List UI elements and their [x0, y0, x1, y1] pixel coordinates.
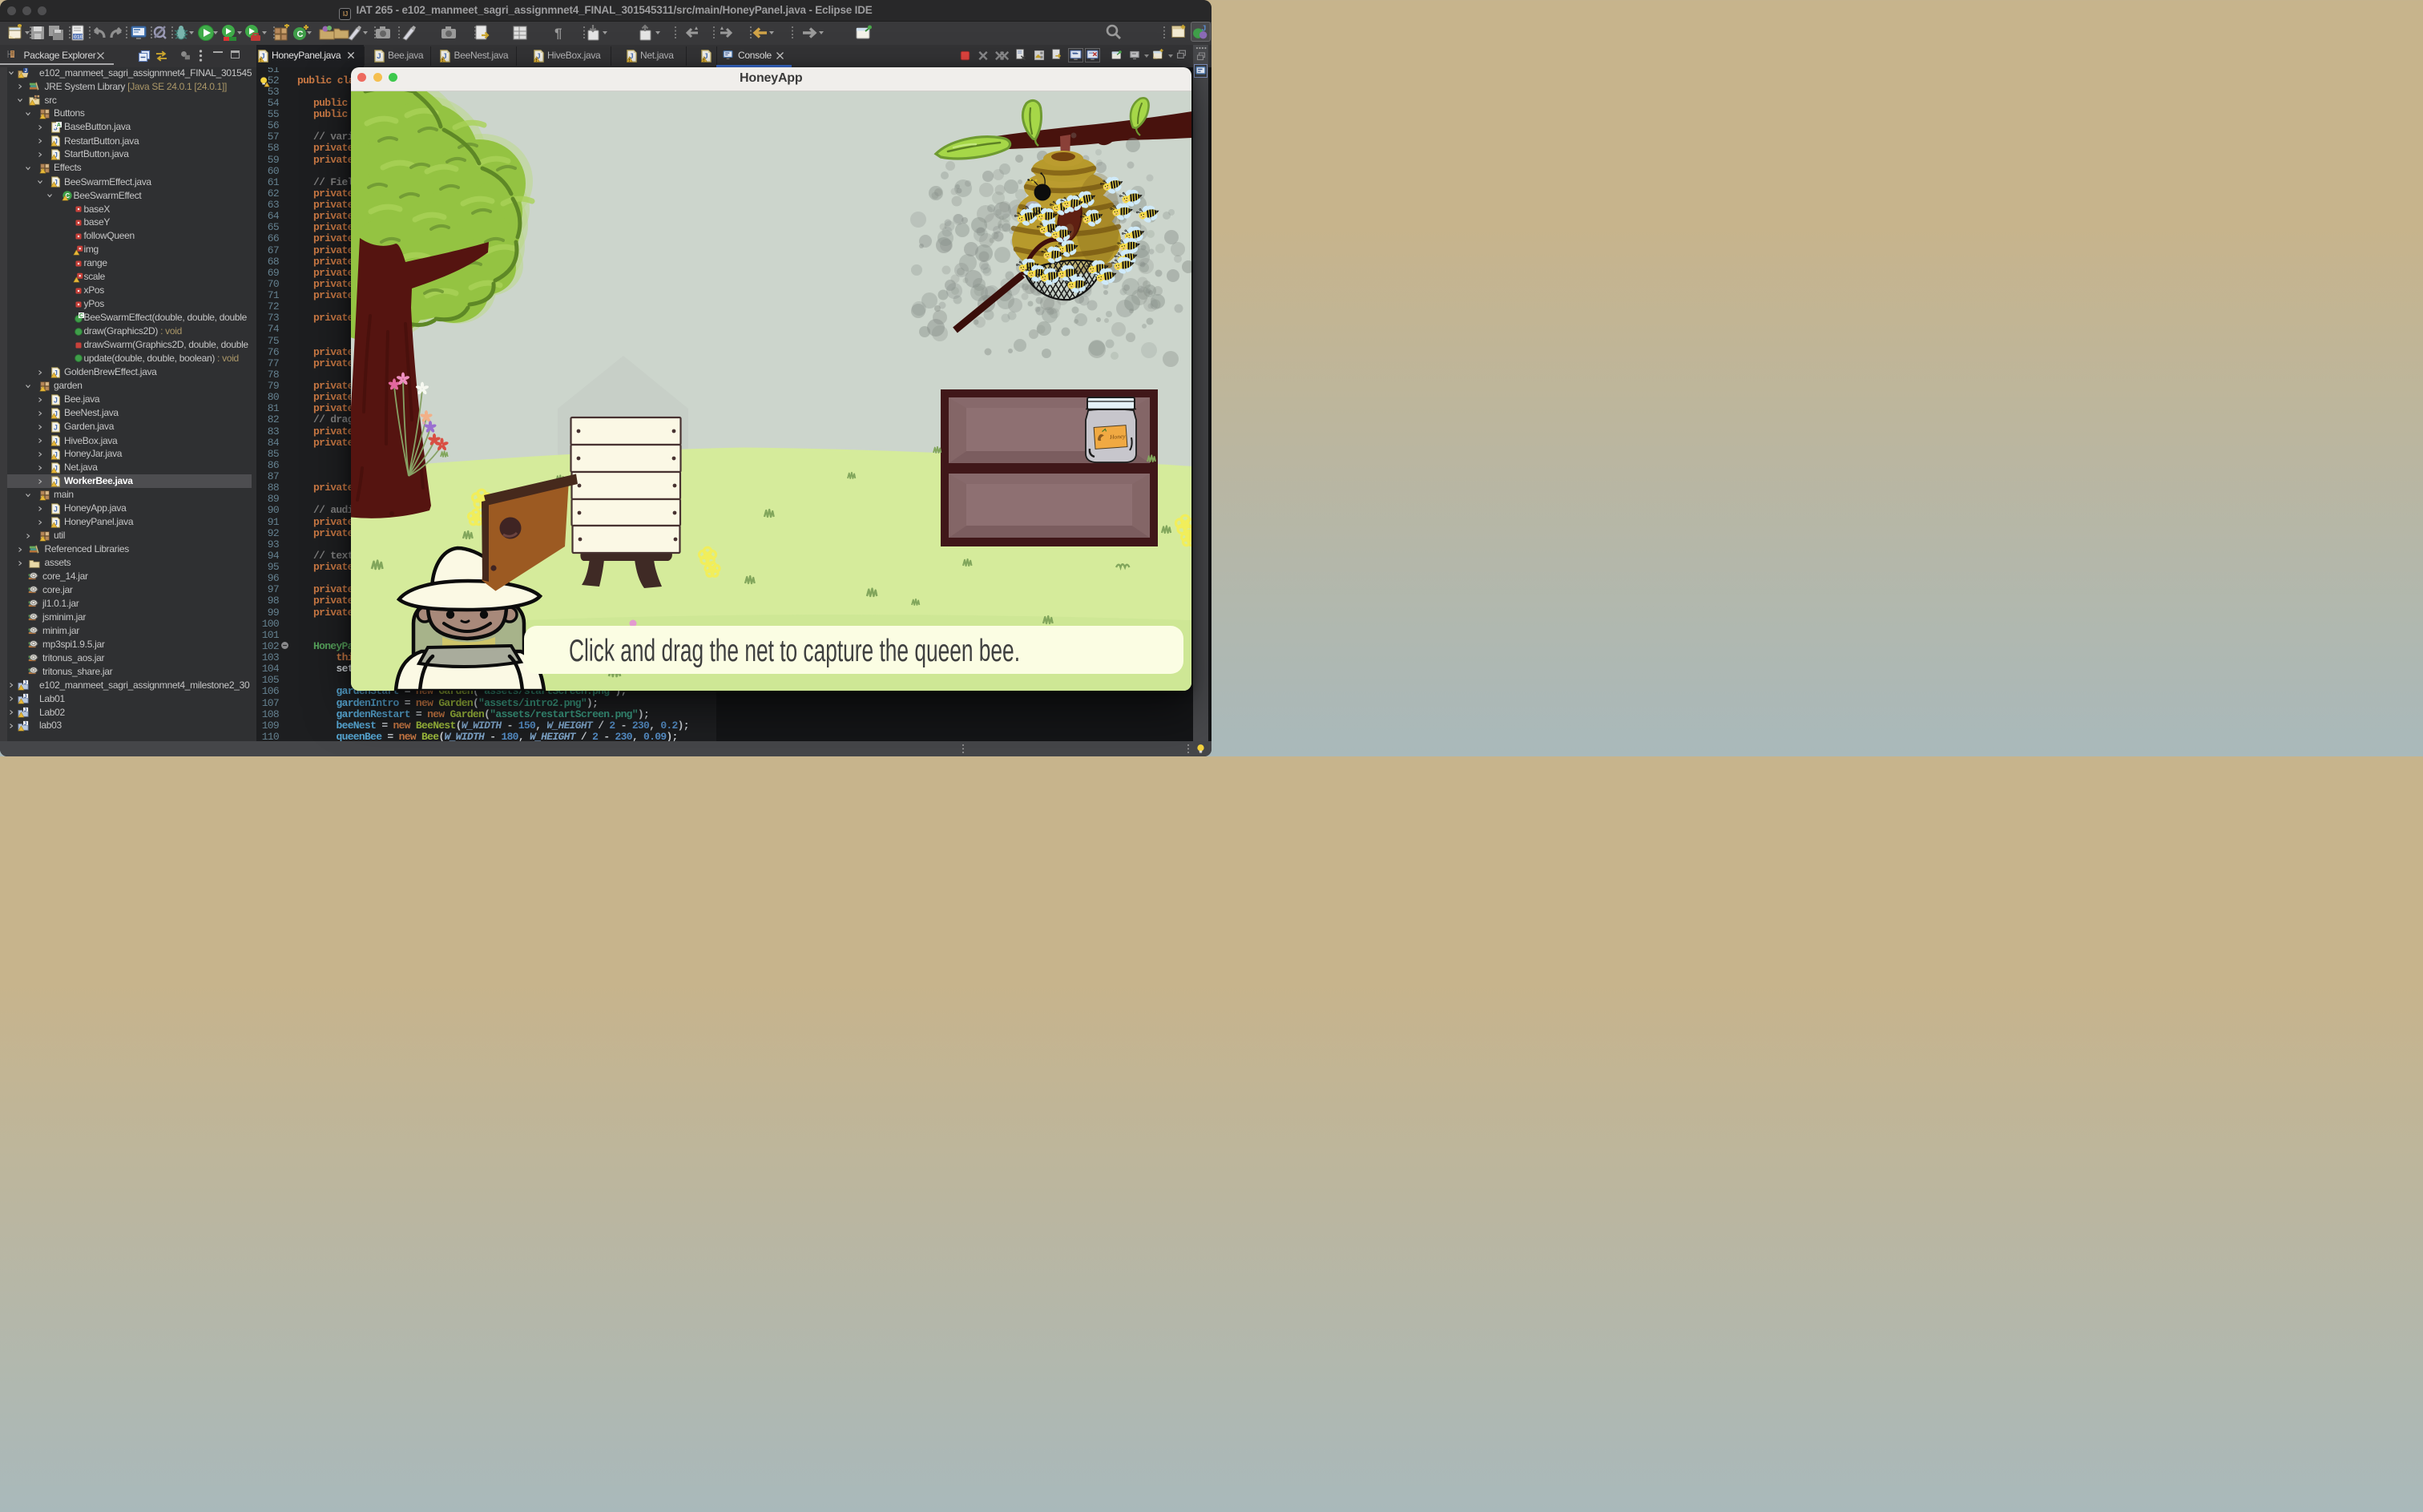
- svg-text:J: J: [24, 708, 26, 713]
- svg-text:!: !: [628, 58, 630, 62]
- svg-text:J: J: [24, 68, 26, 74]
- svg-text:C: C: [79, 313, 83, 319]
- svg-text:J: J: [24, 680, 26, 686]
- svg-text:Honey: Honey: [1108, 432, 1126, 440]
- svg-text:C: C: [296, 30, 303, 39]
- svg-text:J: J: [24, 721, 26, 727]
- svg-text:!: !: [260, 58, 261, 62]
- svg-text:¶: ¶: [554, 26, 562, 41]
- svg-text:J: J: [24, 694, 26, 700]
- svg-text:J: J: [53, 396, 57, 404]
- svg-text:J: J: [1202, 24, 1207, 33]
- svg-text:J: J: [53, 423, 57, 431]
- svg-text:J: J: [53, 505, 57, 513]
- svg-text:A: A: [56, 123, 60, 128]
- svg-text:!: !: [535, 58, 537, 62]
- svg-text:Click and drag the net to capt: Click and drag the net to capture the qu…: [569, 634, 1020, 668]
- svg-text:J: J: [377, 52, 381, 61]
- svg-text:!: !: [703, 58, 704, 62]
- svg-text:010: 010: [74, 34, 83, 40]
- svg-text:!: !: [442, 58, 444, 62]
